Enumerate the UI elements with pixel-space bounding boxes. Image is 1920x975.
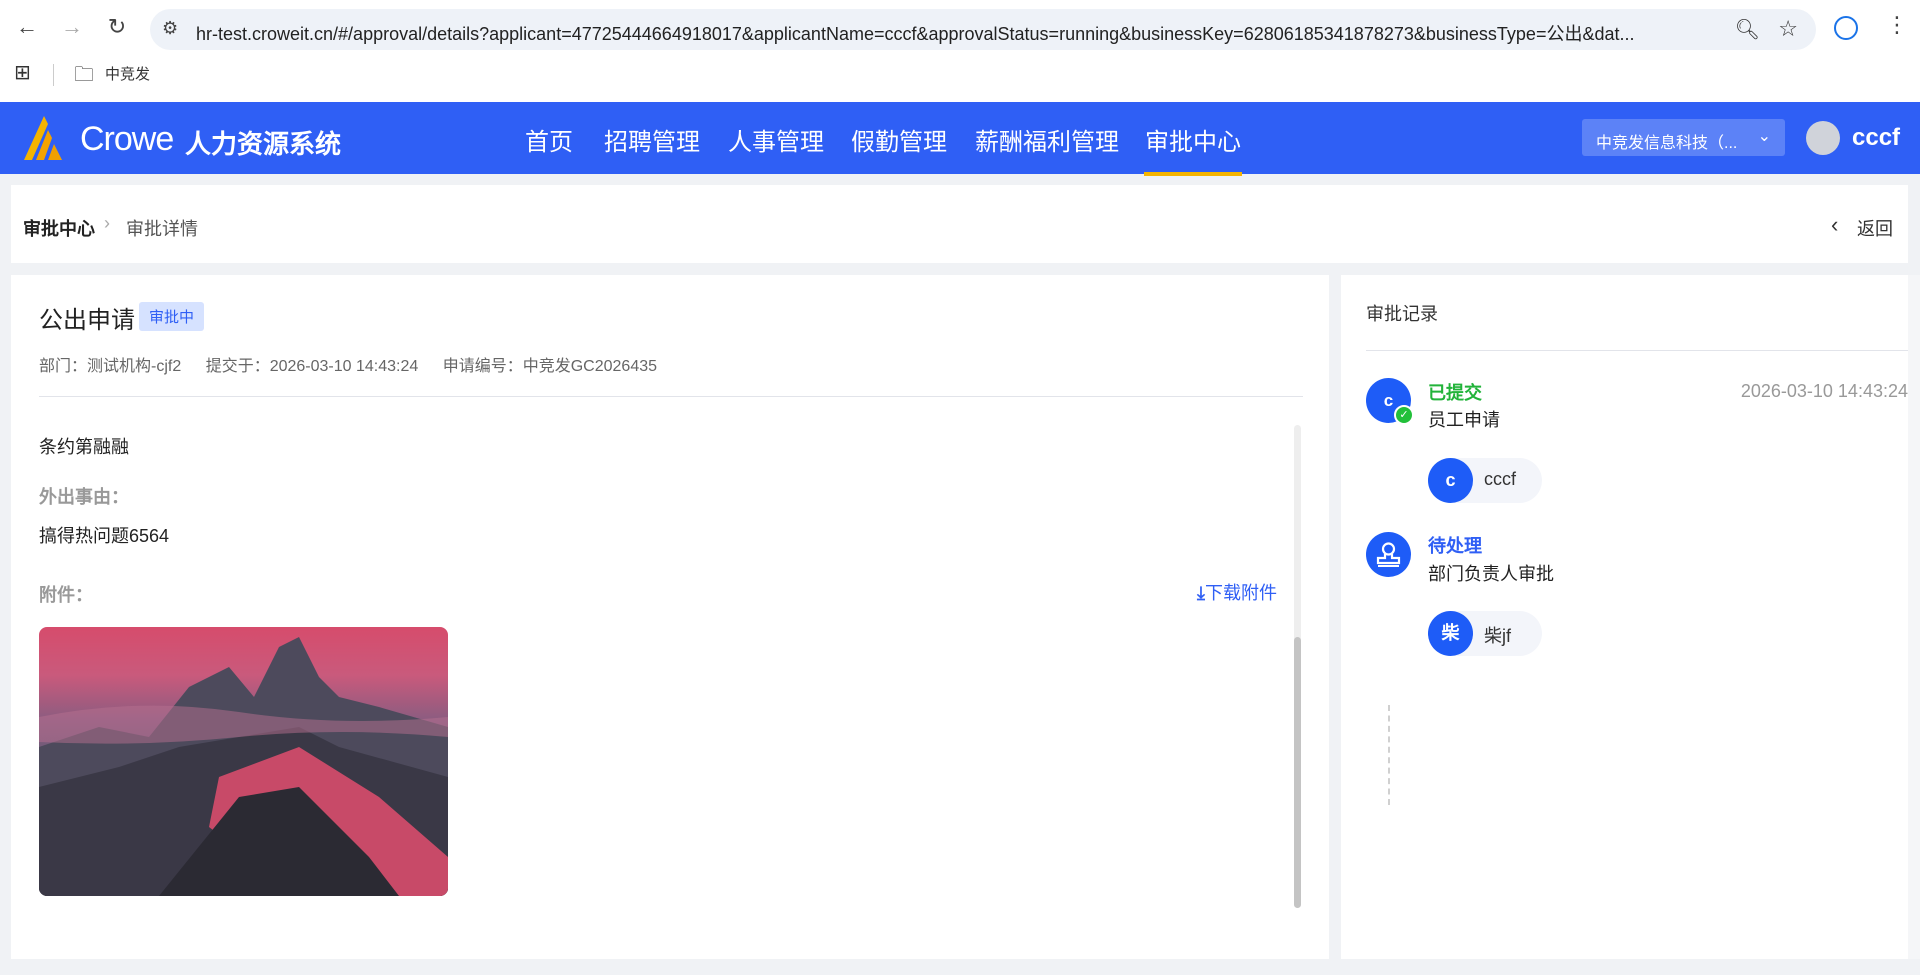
apps-grid-icon[interactable]: ⊞ [14,60,31,85]
step-time: 2026-03-10 14:43:24 [1740,381,1908,401]
timeline-connector [1388,705,1390,805]
org-select-value: 中竞发信息科技（... [1596,135,1738,152]
download-icon: ⤓ [1197,583,1205,603]
mountain-picture [39,637,448,896]
check-circle-icon: ✓ [1394,405,1414,425]
user-avatar[interactable] [1806,121,1840,155]
department: 部门：测试机构-cjf2 [39,358,182,375]
bookmark-star-icon[interactable]: ☆ [1778,16,1798,42]
submitted-time: 提交于：2026-03-10 14:43:24 [205,358,419,375]
status-badge: 审批中 [139,302,205,331]
step-status-pending: 待处理 [1428,536,1482,556]
zoom-icon[interactable]: 🔍︎ [1735,17,1760,42]
reason-value: 搞得热问题6564 [39,526,170,546]
record-title: 审批记录 [1366,304,1438,324]
nav-payroll[interactable]: 薪酬福利管理 [975,122,1119,157]
brand-name: Crowe [80,120,174,158]
step-status-submitted: 已提交 [1428,383,1482,403]
more-menu-icon[interactable]: ⋮ [1886,12,1908,38]
reload-icon[interactable]: ↻ [102,14,132,40]
system-name: 人力资源系统 [185,129,342,159]
person-chip: c cccf [1428,458,1542,503]
divider [53,64,54,86]
meta-info: 部门：测试机构-cjf2 提交于：2026-03-10 14:43:24 申请编… [39,352,677,376]
approval-record-card: 审批记录 c ✓ 已提交 员工申请 2026-03-10 14:43:24 c … [1341,275,1908,959]
site-settings-icon[interactable]: ⚙ [162,18,178,39]
scrollbar-thumb[interactable] [1294,637,1301,908]
person-name: cccf [1484,469,1517,489]
browser-chrome: ← → ↻ ⚙ hr-test.croweit.cn/#/approval/de… [0,0,1920,102]
nav-recruit[interactable]: 招聘管理 [604,122,700,157]
person-avatar: c [1428,458,1473,503]
chevron-right-icon: › [104,213,110,233]
stamp-icon [1366,532,1411,577]
divider [39,396,1303,397]
attachment-label: 附件： [39,585,93,605]
person-chip: 柴 柴jf [1428,611,1542,656]
content-scrollbar[interactable] [1294,425,1301,908]
nav-attendance[interactable]: 假勤管理 [851,122,947,157]
org-select[interactable]: 中竞发信息科技（... ⌄ [1582,119,1785,156]
app-header: Crowe 人力资源系统 首页 招聘管理 人事管理 假勤管理 薪酬福利管理 审批… [0,102,1920,176]
page-scrollbar[interactable] [1908,275,1920,959]
address-bar[interactable]: ⚙ hr-test.croweit.cn/#/approval/details?… [150,9,1816,50]
person-avatar: 柴 [1428,611,1473,656]
user-name[interactable]: cccf [1852,124,1900,152]
download-label: 下载附件 [1204,583,1277,603]
content-text: 条约第融融 [39,437,129,457]
application-number: 申请编号：中竞发GC2026435 [442,358,658,375]
nav-approval[interactable]: 审批中心 [1144,122,1242,176]
bookmark-item[interactable]: 中竞发 [105,63,150,84]
step-desc: 部门负责人审批 [1428,564,1554,584]
nav-personnel[interactable]: 人事管理 [728,122,824,157]
page-title: 公出申请 [39,307,135,334]
application-detail-card: 公出申请 审批中 部门：测试机构-cjf2 提交于：2026-03-10 14:… [11,275,1329,959]
breadcrumb: 审批中心 › 审批详情 ‹ 返回 [11,185,1908,263]
breadcrumb-current: 审批详情 [126,219,198,239]
profile-icon[interactable] [1834,16,1858,40]
folder-icon: 🗀 [74,64,94,86]
download-attachment-button[interactable]: ⤓下载附件 [1197,579,1277,605]
back-button[interactable]: 返回 [1857,215,1893,241]
reason-label: 外出事由： [39,487,129,507]
forward-arrow-icon[interactable]: → [57,14,87,40]
divider [1366,350,1908,351]
url-text[interactable]: hr-test.croweit.cn/#/approval/details?ap… [196,20,1716,46]
breadcrumb-root[interactable]: 审批中心 [23,215,95,241]
step-desc: 员工申请 [1428,410,1500,430]
back-arrow-icon[interactable]: ← [12,14,42,40]
chevron-left-icon[interactable]: ‹ [1831,212,1838,238]
attachment-image[interactable] [39,627,448,896]
nav-home[interactable]: 首页 [525,122,573,157]
person-name: 柴jf [1484,626,1511,646]
chevron-down-icon: ⌄ [1757,128,1771,145]
crowe-logo-icon [24,116,62,160]
